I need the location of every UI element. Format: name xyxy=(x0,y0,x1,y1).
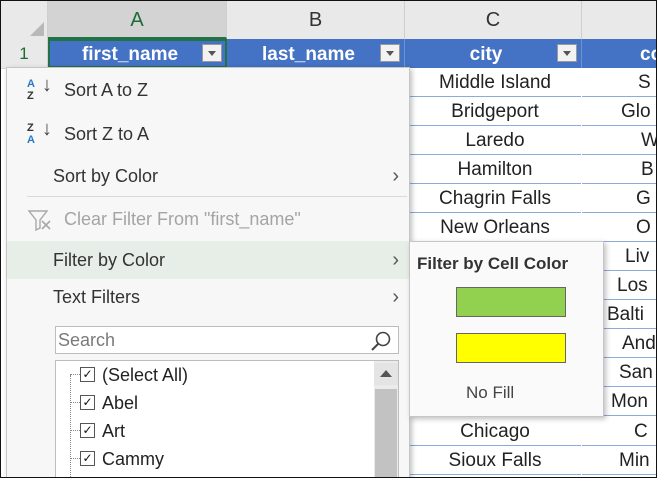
clear-filter-label: Clear Filter From "first_name" xyxy=(64,209,301,229)
header-cell-col-d[interactable]: co xyxy=(582,39,656,68)
table-cell[interactable]: B xyxy=(582,155,656,184)
table-cell[interactable]: Liv xyxy=(602,242,656,271)
filter-dropdown-button[interactable] xyxy=(202,44,222,62)
checkbox[interactable]: ✓ xyxy=(80,423,95,438)
no-fill-option[interactable]: No Fill xyxy=(466,383,514,403)
filter-by-color-label: Filter by Color xyxy=(53,250,166,270)
sort-z-to-a-item[interactable]: Z A ↓ Sort Z to A xyxy=(7,115,409,153)
list-item-label: Art xyxy=(102,421,126,441)
table-cell[interactable]: New Orleans xyxy=(409,213,581,242)
table-cell[interactable]: Sioux Falls xyxy=(409,446,581,475)
row-header-1[interactable]: 1 xyxy=(1,39,48,69)
text-filters-item[interactable]: Text Filters › xyxy=(7,278,409,316)
chevron-right-icon: › xyxy=(392,249,399,271)
chevron-right-icon: › xyxy=(392,165,399,187)
table-cell[interactable]: Min xyxy=(582,446,656,475)
table-cell[interactable]: Middle Island xyxy=(409,68,581,97)
table-cell[interactable]: Hamilton xyxy=(409,155,581,184)
table-cell[interactable]: O xyxy=(582,213,656,242)
header-cell-last-name[interactable]: last_name xyxy=(227,39,405,68)
sort-a-to-z-label: Sort A to Z xyxy=(64,80,149,100)
sort-by-color-item[interactable]: Sort by Color › xyxy=(7,157,409,195)
table-cell[interactable]: S xyxy=(582,68,656,97)
table-cell[interactable]: San xyxy=(602,358,656,387)
excel-window: A B C 1 first_name last_name city co Mid… xyxy=(0,0,657,478)
column-header-a[interactable]: A xyxy=(48,1,227,39)
checkbox[interactable]: ✓ xyxy=(80,367,95,382)
table-cell[interactable]: Glo xyxy=(582,97,656,126)
scroll-thumb[interactable] xyxy=(375,389,397,477)
column-header-b[interactable]: B xyxy=(227,1,405,39)
filter-values-list[interactable]: ✓ (Select All) ✓ Abel ✓ Art ✓ Cammy xyxy=(55,360,399,477)
column-header-c[interactable]: C xyxy=(405,1,582,39)
table-cell[interactable]: Balti xyxy=(602,300,656,329)
header-label: city xyxy=(469,44,503,65)
header-label: last_name xyxy=(262,44,355,65)
checkbox[interactable]: ✓ xyxy=(80,395,95,410)
list-item-label: (Select All) xyxy=(102,365,189,385)
sort-z-to-a-label: Sort Z to A xyxy=(64,124,150,144)
list-item-label: Abel xyxy=(102,393,139,413)
header-cell-first-name[interactable]: first_name xyxy=(48,39,227,68)
table-cell[interactable]: Chicago xyxy=(409,417,581,446)
search-input[interactable] xyxy=(58,329,368,351)
tree-guide-line xyxy=(70,375,71,477)
list-scrollbar[interactable] xyxy=(374,361,398,477)
scroll-up-button[interactable] xyxy=(374,363,398,385)
sort-by-color-label: Sort by Color xyxy=(53,166,159,186)
table-cell[interactable]: Bridgeport xyxy=(409,97,581,126)
menu-separator xyxy=(27,196,407,197)
select-all-corner[interactable] xyxy=(1,1,48,39)
green-color-swatch[interactable] xyxy=(456,287,566,317)
table-cell[interactable]: Laredo xyxy=(409,126,581,155)
search-icon xyxy=(371,331,391,351)
table-cell[interactable]: W xyxy=(582,126,656,155)
filter-by-color-submenu: Filter by Cell Color No Fill xyxy=(409,241,604,417)
table-cell[interactable]: Mon xyxy=(602,387,656,416)
table-cell[interactable]: Chagrin Falls xyxy=(409,184,581,213)
list-item-label: Cammy xyxy=(102,449,164,469)
sort-a-to-z-item[interactable]: A Z ↓ Sort A to Z xyxy=(7,71,409,109)
text-filters-label: Text Filters xyxy=(53,287,141,307)
clear-filter-icon xyxy=(27,210,51,232)
header-label: co xyxy=(640,44,656,65)
sort-za-icon: Z A ↓ xyxy=(27,118,52,146)
table-cell[interactable]: Los xyxy=(602,271,656,300)
yellow-color-swatch[interactable] xyxy=(456,333,566,363)
sort-az-icon: A Z ↓ xyxy=(27,74,52,102)
column-header-d[interactable] xyxy=(582,1,656,39)
submenu-title: Filter by Cell Color xyxy=(417,254,569,273)
table-cell[interactable]: C xyxy=(582,417,656,446)
filter-by-color-item[interactable]: Filter by Color › xyxy=(7,241,409,279)
search-box[interactable] xyxy=(55,326,399,354)
header-label: first_name xyxy=(81,44,179,65)
table-cell[interactable]: G xyxy=(582,184,656,213)
table-cell[interactable]: And xyxy=(602,329,656,358)
checkbox[interactable]: ✓ xyxy=(80,451,95,466)
chevron-right-icon: › xyxy=(392,286,399,308)
filter-dropdown-button[interactable] xyxy=(380,44,400,62)
autofilter-menu: A Z ↓ Sort A to Z Z A ↓ Sort Z to A Sort… xyxy=(6,67,410,477)
header-cell-city[interactable]: city xyxy=(405,39,582,68)
clear-filter-item[interactable]: Clear Filter From "first_name" xyxy=(7,200,409,238)
filter-dropdown-button[interactable] xyxy=(557,44,577,62)
